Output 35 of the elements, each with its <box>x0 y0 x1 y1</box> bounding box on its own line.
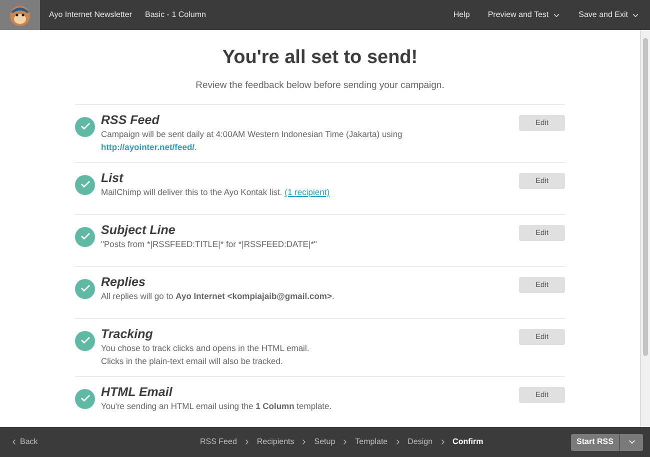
scrollbar[interactable] <box>640 30 650 427</box>
section-text: You're sending an HTML email using the 1 Column template. <box>101 400 333 413</box>
step-tab[interactable]: Setup <box>314 436 336 448</box>
section-text: http://ayointer.net/feed/. <box>101 140 198 154</box>
section-text: All replies will go to Ayo Internet <kompiajaib@gmail.com>. <box>101 290 336 303</box>
section-title: Tracking <box>101 326 154 342</box>
section-text: Campaign will be sent daily at 4:00AM Western Indonesian Time (Jakarta) using <box>101 128 404 141</box>
section-text: "Posts from *|RSSFEED:TITLE|* for *|RSSFEED:DATE|*" <box>101 238 318 251</box>
step-tab[interactable]: RSS Feed <box>200 436 237 448</box>
start-rss-button[interactable]: Start RSS <box>571 434 619 450</box>
dropdown-button[interactable] <box>619 434 643 450</box>
section-title: List <box>101 170 124 186</box>
menu-button[interactable]: Preview and Test <box>488 9 561 21</box>
section-title: Subject Line <box>101 222 176 238</box>
monkey-logo-icon <box>8 3 32 27</box>
section-title: RSS Feed <box>101 112 160 128</box>
section-text: You chose to track clicks and opens in the HTML email. <box>101 342 310 355</box>
menu-button[interactable]: Save and Exit <box>578 9 640 21</box>
step-tab[interactable]: Recipients <box>256 436 294 448</box>
step-tab[interactable]: Design <box>408 436 433 448</box>
section-title: Replies <box>101 274 146 290</box>
section-text: MailChimp will deliver this to the Ayo Kontak list. (1 recipient) <box>101 186 331 199</box>
page-subheading: Review the feedback below before sending your campaign. <box>194 78 446 92</box>
section-link[interactable]: http://ayointer.net/feed/ <box>101 142 195 152</box>
page-heading: You're all set to send! <box>221 46 419 70</box>
menu-button[interactable]: Help <box>453 9 470 21</box>
step-tab[interactable]: Template <box>355 436 388 448</box>
section-link[interactable]: (1 recipient) <box>284 186 330 197</box>
section-text: Clicks in the plain-text email will also be tracked. <box>101 354 284 368</box>
back-button[interactable]: Back <box>10 436 38 448</box>
template-name: Basic - 1 Column <box>145 9 206 21</box>
section-title: HTML Email <box>101 384 174 400</box>
logo-tile[interactable] <box>0 0 40 30</box>
campaign-name: Ayo Internet Newsletter <box>49 9 132 21</box>
step-tab[interactable]: Confirm <box>452 436 484 448</box>
